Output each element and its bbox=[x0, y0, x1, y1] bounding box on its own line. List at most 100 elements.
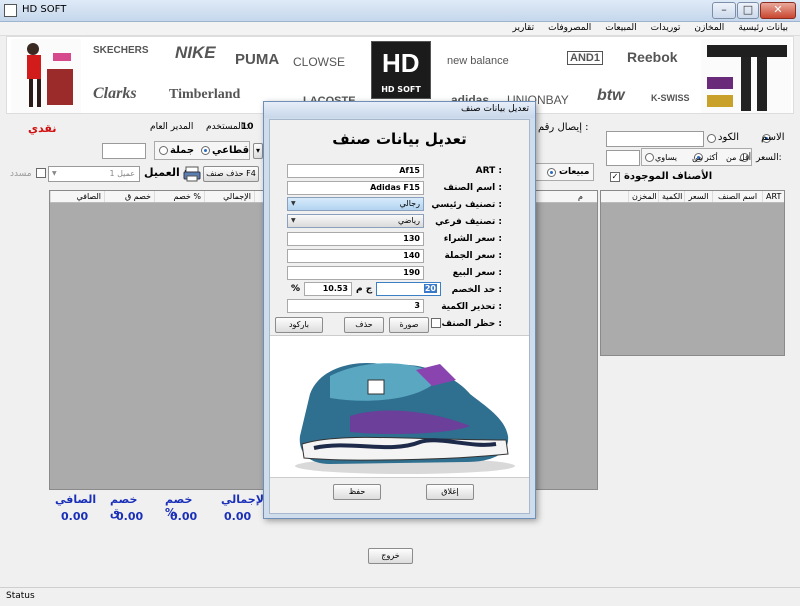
man-figure-image bbox=[701, 39, 791, 113]
wholesale-radio[interactable] bbox=[159, 146, 168, 155]
menu-item-expenses[interactable]: المصروفات bbox=[548, 23, 591, 33]
maximize-button[interactable]: □ bbox=[737, 2, 759, 19]
sale-type-group: جملة قطاعي bbox=[154, 141, 250, 160]
client-select[interactable]: ▼ عميل 1 bbox=[48, 166, 140, 182]
brand-btw: btw bbox=[597, 87, 625, 104]
receipt-label: إيصال رقم : bbox=[538, 122, 589, 133]
less-than-label: أقل من bbox=[726, 153, 752, 162]
chevron-down-icon: ▼ bbox=[52, 170, 57, 177]
price-label: السعر: bbox=[756, 153, 782, 163]
delete-image-button[interactable]: حذف الصورة bbox=[344, 317, 384, 343]
barcode-button[interactable]: باركود bbox=[275, 317, 323, 333]
user-value: المدير العام bbox=[150, 122, 194, 132]
col-quantity: الكمية bbox=[658, 191, 684, 202]
col-total: الإجمالي bbox=[204, 191, 254, 202]
exit-button[interactable]: خروج bbox=[368, 548, 413, 564]
brand-and1: AND1 bbox=[567, 51, 603, 65]
main-category-select[interactable]: رجالي bbox=[287, 197, 424, 211]
minimize-button[interactable]: – bbox=[712, 2, 736, 19]
menu-item-stores[interactable]: المخازن bbox=[694, 23, 724, 33]
menu-item-supplies[interactable]: توريدات bbox=[651, 23, 681, 33]
close-button[interactable]: ✕ bbox=[760, 2, 796, 19]
sale-price-field[interactable]: 190 bbox=[287, 266, 424, 280]
brand-clowse: CLOWSE bbox=[293, 55, 346, 69]
sales-radio[interactable] bbox=[547, 168, 556, 177]
col-discount-value: خصم ق bbox=[104, 191, 154, 202]
item-name-field[interactable]: Adidas F15 bbox=[287, 181, 424, 195]
sub-category-select[interactable]: رياضي bbox=[287, 214, 424, 228]
item-name-label: اسم الصنف : bbox=[443, 183, 502, 193]
brand-skechers: SKECHERS bbox=[93, 45, 149, 56]
hd-soft-logo: HD HD SOFT bbox=[371, 41, 431, 99]
currency-label: ج م bbox=[356, 284, 373, 294]
brand-puma: PUMA bbox=[235, 51, 280, 68]
dialog-title-bar: تعديل بيانات صنف bbox=[264, 102, 535, 118]
dialog-title: تعديل بيانات صنف bbox=[461, 104, 529, 114]
equal-radio[interactable] bbox=[645, 153, 654, 162]
search-name-label: الاسم bbox=[761, 132, 785, 143]
sales-label: مبيعات bbox=[559, 167, 590, 177]
menu-item-reports[interactable]: تقارير bbox=[513, 23, 535, 33]
discount-amount-value: 0.00 bbox=[116, 510, 144, 523]
dialog-heading: تعديل بيانات صنف bbox=[332, 130, 467, 148]
col-discount-percent: خصم % bbox=[154, 191, 204, 202]
app-icon bbox=[4, 4, 17, 17]
block-item-checkbox[interactable] bbox=[431, 318, 441, 328]
product-image bbox=[270, 335, 529, 478]
sales-type-box: مبيعات bbox=[534, 163, 594, 181]
total-value: 0.00 bbox=[224, 510, 252, 523]
search-name-input[interactable] bbox=[606, 131, 704, 147]
menu-item-main-data[interactable]: بيانات رئيسية bbox=[738, 23, 788, 33]
sub-category-label: تصنيف فرعي : bbox=[435, 217, 502, 227]
discount-limit-field[interactable]: 20 bbox=[376, 282, 441, 296]
net-value: 0.00 bbox=[61, 510, 89, 523]
col-art: ART bbox=[762, 191, 784, 202]
quantity-warning-field[interactable]: 3 bbox=[287, 299, 424, 313]
window-title: HD SOFT bbox=[22, 4, 67, 15]
price-compare-group: يساوي أكثر من أقل من bbox=[641, 148, 752, 166]
receipt-number: 10 bbox=[241, 122, 254, 132]
discount-percent-field[interactable]: 10.53 bbox=[304, 282, 352, 296]
search-code-radio[interactable] bbox=[707, 134, 716, 143]
brand-timberland: Timberland bbox=[169, 87, 241, 102]
status-bar: Status bbox=[0, 587, 800, 606]
close-dialog-button[interactable]: إغلاق bbox=[426, 484, 474, 500]
sale-price-label: سعر البيع : bbox=[452, 268, 502, 278]
main-category-label: تصنيف رئيسي : bbox=[431, 200, 502, 210]
wholesale-price-label: سعر الجملة : bbox=[444, 251, 502, 261]
purchase-price-label: سعر الشراء : bbox=[443, 234, 502, 244]
title-bar: HD SOFT – □ ✕ bbox=[0, 0, 800, 22]
purchase-price-field[interactable]: 130 bbox=[287, 232, 424, 246]
brand-reebok: Reebok bbox=[627, 49, 678, 65]
block-item-label: حظر الصنف : bbox=[441, 319, 502, 329]
item-image-button[interactable]: صورة الصنف bbox=[389, 317, 429, 343]
retail-radio[interactable] bbox=[201, 146, 210, 155]
art-label: ART : bbox=[475, 166, 502, 176]
search-code-label: الكود bbox=[718, 132, 739, 143]
save-button[interactable]: حفظ bbox=[333, 484, 381, 500]
menu-item-sales[interactable]: المبيعات bbox=[605, 23, 636, 33]
art-field[interactable]: Af15 bbox=[287, 164, 424, 178]
retail-label: قطاعي bbox=[212, 145, 249, 156]
edit-item-dialog: تعديل بيانات صنف تعديل بيانات صنف ART : … bbox=[263, 101, 536, 519]
dropdown-arrow-button[interactable]: ▾ bbox=[253, 143, 263, 159]
quantity-warning-label: تحذير الكمية : bbox=[441, 302, 502, 312]
existing-items-checkbox[interactable]: ✓ bbox=[610, 172, 620, 182]
wholesale-price-field[interactable]: 140 bbox=[287, 249, 424, 263]
percent-sign: % bbox=[291, 284, 301, 294]
existing-items-label: الأصناف الموجودة bbox=[624, 171, 713, 182]
dialog-body: تعديل بيانات صنف ART : Af15 اسم الصنف : … bbox=[269, 119, 530, 514]
client-label: العميل : bbox=[144, 166, 188, 179]
price-filter-input[interactable] bbox=[606, 150, 640, 166]
col-net: الصافي bbox=[50, 191, 104, 202]
sneaker-image bbox=[295, 363, 515, 474]
items-grid[interactable]: ART اسم الصنف السعر الكمية المخزن bbox=[600, 190, 785, 356]
discount-percent-value: 0.00 bbox=[170, 510, 198, 523]
cash-label: نقدي bbox=[28, 122, 57, 135]
printer-icon[interactable] bbox=[183, 165, 201, 183]
status-text: Status bbox=[6, 591, 35, 601]
deferred-checkbox[interactable] bbox=[36, 168, 46, 178]
col-item-name: اسم الصنف bbox=[712, 191, 762, 202]
barcode-input[interactable] bbox=[102, 143, 146, 159]
delete-item-button[interactable]: حذف صنف F4 bbox=[203, 166, 259, 182]
